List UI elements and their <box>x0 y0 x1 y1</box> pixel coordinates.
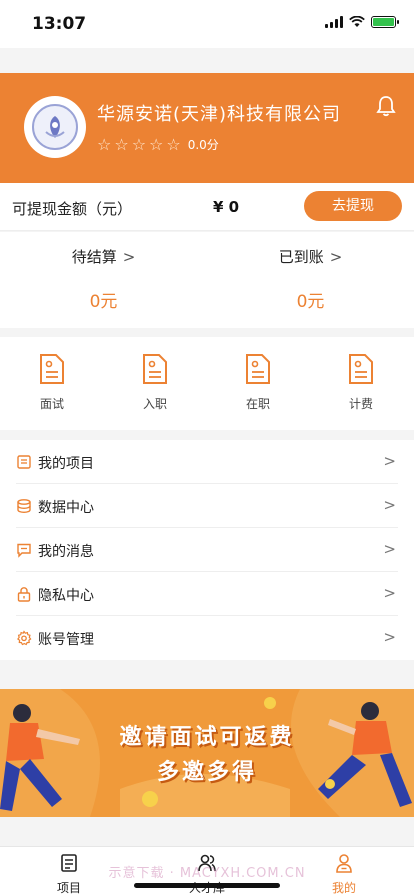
employed-doc-icon <box>246 354 270 384</box>
chevron-right-icon: > <box>122 248 136 266</box>
menu-item-data-center[interactable]: 数据中心 > <box>16 484 398 528</box>
menu-item-my-projects[interactable]: 我的项目 > <box>16 440 398 484</box>
menu-item-my-messages[interactable]: 我的消息 > <box>16 528 398 572</box>
menu-label: 隐私中心 <box>38 588 94 604</box>
tab-label: 我的 <box>331 881 356 895</box>
withdrawable-label: 可提现金额（元） <box>12 200 133 218</box>
settings-icon <box>17 630 32 646</box>
company-logo <box>24 96 86 158</box>
chevron-right-icon: > <box>383 496 396 514</box>
star-icon: ☆ <box>114 135 129 154</box>
signal-icon <box>325 16 343 28</box>
status-bar: 13:07 <box>0 0 414 48</box>
withdraw-button[interactable]: 去提现 <box>304 191 402 221</box>
invite-promo-banner[interactable]: 邀请面试可返费 多邀多得 <box>0 689 414 817</box>
shortcut-billing[interactable]: 计费 <box>331 353 391 412</box>
message-icon <box>17 543 31 558</box>
shortcut-interview[interactable]: 面试 <box>22 353 82 412</box>
chevron-right-icon: > <box>329 248 343 266</box>
star-icon: ☆ <box>131 135 147 154</box>
rating: ☆ ☆ ☆ ☆ ☆ 0.0分 <box>97 135 219 154</box>
chevron-right-icon: > <box>383 628 396 646</box>
received-title: 已到账 <box>278 248 324 266</box>
chevron-right-icon: > <box>383 540 396 558</box>
shortcut-employed[interactable]: 在职 <box>228 353 288 412</box>
billing-doc-icon <box>349 354 373 384</box>
project-icon <box>17 455 31 469</box>
rating-score: 0.0分 <box>187 138 219 152</box>
shortcut-label: 在职 <box>245 397 270 411</box>
withdrawable-amount: ¥ 0 <box>213 198 240 216</box>
shortcut-label: 面试 <box>39 397 64 411</box>
chevron-right-icon: > <box>383 584 396 602</box>
menu-label: 账号管理 <box>38 632 94 648</box>
logo-emblem-icon <box>45 116 65 138</box>
bell-icon[interactable] <box>376 95 396 117</box>
interview-doc-icon <box>40 354 64 384</box>
shortcut-grid: 面试 入职 在职 计费 <box>0 337 414 430</box>
shortcut-onboard[interactable]: 入职 <box>125 353 185 412</box>
wifi-icon <box>349 16 365 27</box>
shortcut-label: 计费 <box>348 397 373 411</box>
profile-header: 华源安诺(天津)科技有限公司 ☆ ☆ ☆ ☆ ☆ 0.0分 <box>0 73 414 183</box>
status-time: 13:07 <box>32 14 87 34</box>
pending-title: 待结算 <box>71 248 117 266</box>
lock-icon <box>17 587 31 602</box>
banner-subheadline: 多邀多得 <box>156 760 257 785</box>
menu-item-privacy-center[interactable]: 隐私中心 > <box>16 572 398 616</box>
onboard-doc-icon <box>143 354 167 384</box>
withdraw-bar: 可提现金额（元） ¥ 0 去提现 <box>0 183 414 231</box>
menu-item-account-management[interactable]: 账号管理 > <box>16 616 398 660</box>
settings-menu: 我的项目 > 数据中心 > 我的消息 > 隐私中心 > 账号管理 > <box>0 440 414 660</box>
shortcut-label: 入职 <box>142 397 167 411</box>
database-icon <box>17 499 31 514</box>
star-icon: ☆ <box>149 135 164 154</box>
received-value: 0元 <box>296 292 325 312</box>
banner-illustration <box>0 689 414 817</box>
pending-value: 0元 <box>89 292 118 312</box>
banner-headline: 邀请面试可返费 <box>119 725 295 750</box>
battery-icon <box>371 16 399 28</box>
menu-label: 数据中心 <box>38 500 94 516</box>
settlement-panel: 待结算 > 0元 已到账 > 0元 <box>0 232 414 328</box>
watermark: 示意下载 · MACYXH.COM.CN <box>108 866 306 881</box>
tab-label: 项目 <box>56 881 81 895</box>
received-settlement[interactable]: 已到账 > 0元 <box>207 232 414 328</box>
star-icon: ☆ <box>166 135 181 154</box>
home-indicator <box>134 883 280 888</box>
status-icons <box>325 16 399 28</box>
star-icon: ☆ <box>97 135 112 154</box>
menu-label: 我的项目 <box>38 456 94 472</box>
company-name: 华源安诺(天津)科技有限公司 <box>97 104 342 125</box>
chevron-right-icon: > <box>383 452 396 470</box>
menu-label: 我的消息 <box>38 544 94 560</box>
pending-settlement[interactable]: 待结算 > 0元 <box>0 232 207 328</box>
